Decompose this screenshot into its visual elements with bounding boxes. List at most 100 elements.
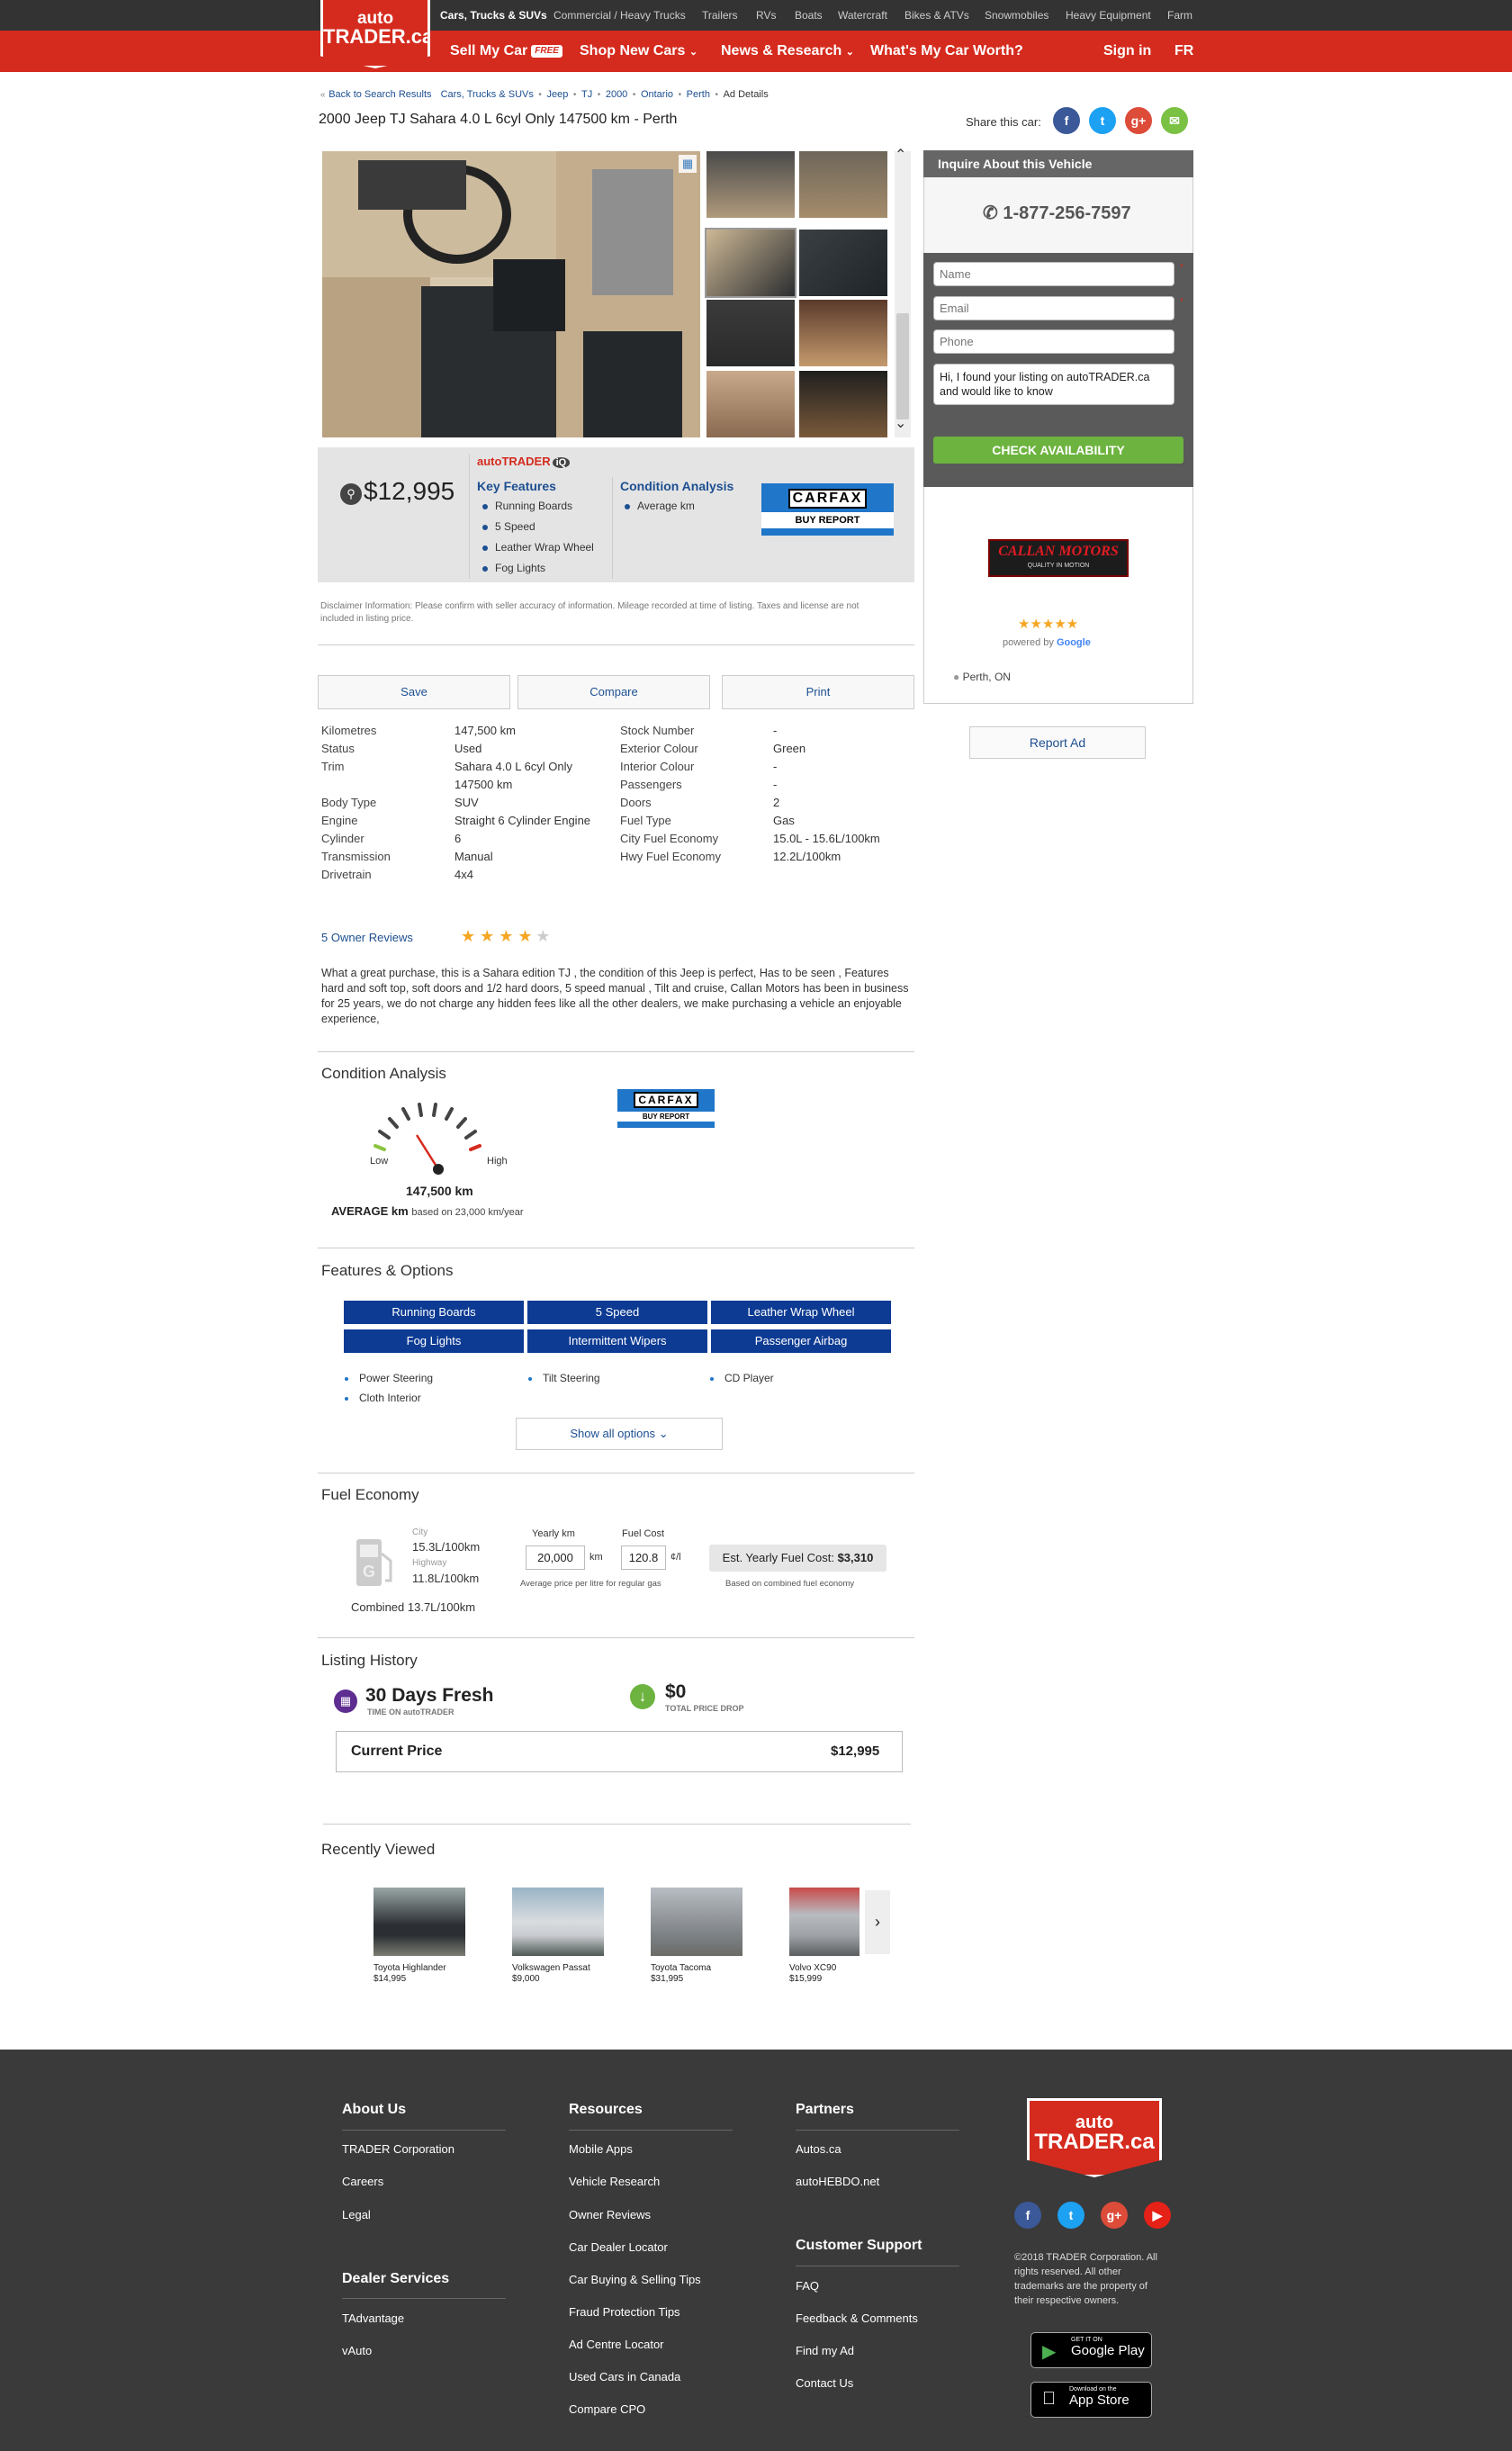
footer-link[interactable]: vAuto xyxy=(342,2344,372,2357)
nav-cat-rvs[interactable]: RVs xyxy=(756,0,776,31)
footer-link[interactable]: TAdvantage xyxy=(342,2311,404,2325)
gallery-thumbnail[interactable] xyxy=(706,371,795,437)
gallery-thumbnail[interactable] xyxy=(799,151,887,218)
facebook-share-icon[interactable]: f xyxy=(1053,107,1080,134)
owner-reviews-link[interactable]: 5 Owner Reviews xyxy=(321,931,413,944)
recent-car-2[interactable]: Volkswagen Passat $9,000 xyxy=(512,1963,590,1985)
sell-my-car-link[interactable]: Sell My Car FREE xyxy=(450,31,562,72)
googleplus-icon[interactable]: g+ xyxy=(1101,2202,1128,2229)
expand-gallery-icon[interactable]: ▦ xyxy=(679,155,697,173)
nav-cat-bikes[interactable]: Bikes & ATVs xyxy=(904,0,969,31)
message-textarea[interactable]: Hi, I found your listing on autoTRADER.c… xyxy=(933,364,1174,405)
email-share-icon[interactable]: ✉ xyxy=(1161,107,1188,134)
recent-car-photo[interactable] xyxy=(512,1888,604,1956)
logo-text-trader: TRADER.ca xyxy=(323,25,434,48)
footer-link[interactable]: Mobile Apps xyxy=(569,2142,633,2156)
shop-new-cars-menu[interactable]: Shop New Cars ⌄ xyxy=(580,31,698,72)
crumb-province[interactable]: Ontario xyxy=(641,89,673,100)
gallery-thumbnail-active[interactable] xyxy=(705,228,796,298)
footer-link[interactable]: TRADER Corporation xyxy=(342,2142,454,2156)
chevron-down-icon[interactable]: ⌄ xyxy=(895,414,906,432)
car-worth-link[interactable]: What's My Car Worth? xyxy=(870,31,1023,72)
show-all-options-button[interactable]: Show all options ⌄ xyxy=(516,1418,723,1450)
footer-link[interactable]: Car Buying & Selling Tips xyxy=(569,2273,701,2286)
fuel-cost-input[interactable]: 120.8 xyxy=(621,1545,666,1570)
twitter-share-icon[interactable]: t xyxy=(1089,107,1116,134)
sign-in-link[interactable]: Sign in xyxy=(1103,31,1151,72)
carfax-buy-report-button[interactable]: CARFAX BUY REPORT xyxy=(761,483,894,536)
fuel-economy-title: Fuel Economy xyxy=(321,1486,419,1503)
footer-link[interactable]: Ad Centre Locator xyxy=(569,2338,664,2351)
footer-link[interactable]: Vehicle Research xyxy=(569,2175,660,2188)
recent-car-3[interactable]: Toyota Tacoma $31,995 xyxy=(651,1963,711,1985)
gauge-low-label: Low xyxy=(370,1156,389,1167)
crumb-cars[interactable]: Cars, Trucks & SUVs xyxy=(441,89,534,100)
language-toggle[interactable]: FR xyxy=(1174,31,1193,72)
carfax-buy-label: BUY REPORT xyxy=(617,1112,715,1122)
dealer-phone[interactable]: ✆ 1-877-256-7597 xyxy=(983,202,1131,224)
google-play-badge[interactable]: ▶ GET IT ON Google Play xyxy=(1030,2332,1152,2368)
check-availability-button[interactable]: CHECK AVAILABILITY xyxy=(933,437,1184,464)
footer-link[interactable]: autoHEBDO.net xyxy=(796,2175,879,2188)
footer-link[interactable]: Car Dealer Locator xyxy=(569,2240,668,2254)
carfax-report-button[interactable]: CARFAX BUY REPORT xyxy=(617,1089,715,1128)
recent-car-photo[interactable] xyxy=(374,1888,465,1956)
gallery-thumbnail[interactable] xyxy=(706,151,795,218)
footer-link[interactable]: Used Cars in Canada xyxy=(569,2370,680,2383)
back-to-results-link[interactable]: Back to Search Results xyxy=(328,89,431,100)
chevron-up-icon[interactable]: ⌃ xyxy=(895,146,906,164)
crumb-city[interactable]: Perth xyxy=(687,89,710,100)
twitter-icon[interactable]: t xyxy=(1058,2202,1084,2229)
report-ad-button[interactable]: Report Ad xyxy=(969,726,1146,759)
footer-link[interactable]: Find my Ad xyxy=(796,2344,854,2357)
footer-link[interactable]: FAQ xyxy=(796,2279,819,2293)
carousel-next-arrow[interactable]: › xyxy=(865,1890,890,1954)
divider xyxy=(318,1637,914,1638)
nav-cat-trailers[interactable]: Trailers xyxy=(702,0,738,31)
nav-cat-heavy[interactable]: Heavy Equipment xyxy=(1066,0,1151,31)
gallery-thumbnail[interactable] xyxy=(799,230,887,296)
crumb-year[interactable]: 2000 xyxy=(606,89,627,100)
footer-link[interactable]: Owner Reviews xyxy=(569,2208,651,2221)
app-store-badge[interactable]:  Download on the App Store xyxy=(1030,2382,1152,2418)
youtube-icon[interactable]: ▶ xyxy=(1144,2202,1171,2229)
recent-car-photo[interactable] xyxy=(789,1888,860,1956)
crumb-model[interactable]: TJ xyxy=(581,89,592,100)
compare-button[interactable]: Compare xyxy=(518,675,710,709)
footer-link[interactable]: Compare CPO xyxy=(569,2402,645,2416)
est-note: Based on combined fuel economy xyxy=(725,1579,855,1589)
name-field[interactable] xyxy=(933,262,1174,286)
email-field[interactable] xyxy=(933,296,1174,320)
footer-link[interactable]: Feedback & Comments xyxy=(796,2311,918,2325)
footer-link[interactable]: Fraud Protection Tips xyxy=(569,2305,680,2319)
nav-cat-farm[interactable]: Farm xyxy=(1167,0,1192,31)
recent-car-photo[interactable] xyxy=(651,1888,742,1956)
footer-link[interactable]: Contact Us xyxy=(796,2376,853,2390)
recent-car-1[interactable]: Toyota Highlander $14,995 xyxy=(374,1963,446,1985)
main-vehicle-photo[interactable] xyxy=(322,151,700,437)
print-button[interactable]: Print xyxy=(722,675,914,709)
googleplus-share-icon[interactable]: g+ xyxy=(1125,107,1152,134)
recent-car-4[interactable]: Volvo XC90 $15,999 xyxy=(789,1963,836,1985)
dealer-logo[interactable]: CALLAN MOTORS QUALITY IN MOTION xyxy=(988,539,1129,577)
carfax-buy-label: BUY REPORT xyxy=(761,512,894,528)
crumb-make[interactable]: Jeep xyxy=(546,89,568,100)
gallery-thumbnail[interactable] xyxy=(799,371,887,437)
footer-link[interactable]: Autos.ca xyxy=(796,2142,842,2156)
nav-cat-commercial[interactable]: Commercial / Heavy Trucks xyxy=(554,0,686,31)
phone-field[interactable] xyxy=(933,329,1174,354)
nav-cat-watercraft[interactable]: Watercraft xyxy=(838,0,887,31)
gallery-thumbnail[interactable] xyxy=(706,300,795,366)
facebook-icon[interactable]: f xyxy=(1014,2202,1041,2229)
news-research-menu[interactable]: News & Research ⌄ xyxy=(721,31,854,72)
footer-link[interactable]: Careers xyxy=(342,2175,383,2188)
gallery-scroll-thumb[interactable] xyxy=(896,313,909,419)
save-button[interactable]: Save xyxy=(318,675,510,709)
nav-cat-snowmobiles[interactable]: Snowmobiles xyxy=(985,0,1048,31)
yearly-km-input[interactable]: 20,000 xyxy=(526,1545,585,1570)
nav-cat-boats[interactable]: Boats xyxy=(795,0,823,31)
footer-link[interactable]: Legal xyxy=(342,2208,371,2221)
nav-cat-cars[interactable]: Cars, Trucks & SUVs xyxy=(440,0,547,31)
gallery-thumbnail[interactable] xyxy=(799,300,887,366)
autotrader-logo[interactable]: auto TRADER.ca xyxy=(320,0,430,68)
